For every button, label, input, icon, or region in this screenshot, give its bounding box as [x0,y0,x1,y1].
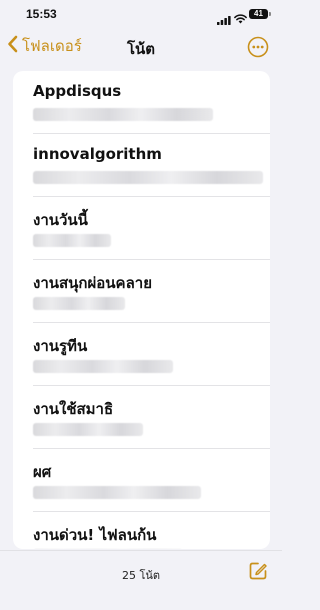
page-title: โน้ต [126,40,156,58]
note-title: งานสนุกผ่อนคลาย [33,274,152,292]
note-preview-blurred [33,108,213,121]
note-item[interactable]: งานด่วน! ไฟลนก้น [13,512,270,549]
cellular-signal-icon [217,10,231,29]
note-preview-blurred [33,171,263,184]
note-item[interactable]: งานวันนี้ [13,197,270,260]
navigation-bar: โฟลเดอร์ โน้ต [0,28,282,66]
note-item[interactable]: ผศ [13,449,270,512]
battery-icon: 41 [249,9,271,19]
wifi-icon [234,9,247,28]
status-bar: 15:53 41 [0,0,282,28]
note-item[interactable]: innovalgorithm [13,134,270,197]
note-preview-blurred [33,234,111,247]
note-preview-blurred [33,486,201,499]
notes-list: Appdisqus innovalgorithm งานวันนี้ งานสน… [13,71,270,549]
note-title: งานวันนี้ [33,211,88,229]
compose-note-icon[interactable] [247,560,269,586]
battery-level: 41 [254,9,263,18]
note-item[interactable]: งานสนุกผ่อนคลาย [13,260,270,323]
note-title: ผศ [33,463,52,481]
note-count: 25 โน้ต [121,569,161,582]
note-item[interactable]: Appdisqus [13,71,270,134]
note-preview-blurred [33,360,173,373]
note-preview-blurred [33,297,125,310]
note-preview-blurred [33,423,143,436]
status-time: 15:53 [26,7,57,21]
note-title: งานใช้สมาธิ [33,400,114,418]
more-options-icon[interactable] [247,36,269,62]
battery-cap [269,12,271,16]
note-title: Appdisqus [33,82,122,100]
note-title: innovalgorithm [33,145,162,163]
bottom-toolbar: 25 โน้ต [0,550,282,610]
note-item[interactable]: งานรูทีน [13,323,270,386]
note-title: งานรูทีน [33,337,88,355]
note-title: งานด่วน! ไฟลนก้น [33,526,157,544]
note-item[interactable]: งานใช้สมาธิ [13,386,270,449]
